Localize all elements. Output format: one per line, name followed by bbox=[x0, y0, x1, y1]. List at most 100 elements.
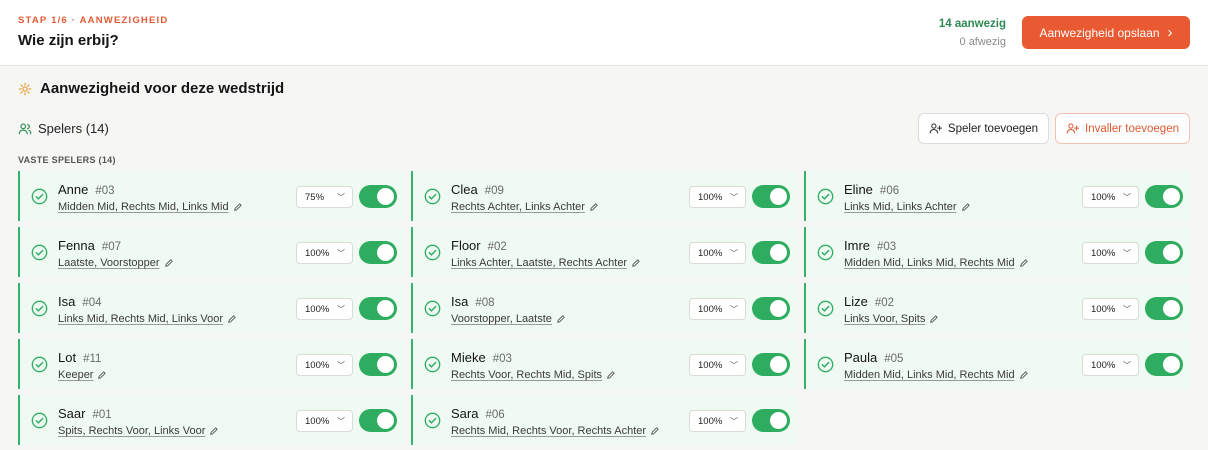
availability-select[interactable]: 100% ﹀ bbox=[689, 186, 746, 208]
player-name-line: Isa #08 bbox=[451, 294, 495, 309]
pencil-icon[interactable] bbox=[209, 426, 219, 436]
present-count: 14 aanwezig bbox=[938, 18, 1006, 30]
player-positions[interactable]: Spits, Rechts Voor, Links Voor bbox=[58, 425, 205, 437]
check-circle-icon[interactable] bbox=[424, 300, 441, 317]
add-player-button[interactable]: Speler toevoegen bbox=[918, 113, 1049, 144]
player-positions-link[interactable]: Keeper bbox=[58, 369, 107, 381]
presence-toggle[interactable] bbox=[1145, 241, 1183, 264]
player-positions[interactable]: Rechts Voor, Rechts Mid, Spits bbox=[451, 369, 602, 381]
presence-toggle[interactable] bbox=[752, 409, 790, 432]
availability-select[interactable]: 100% ﹀ bbox=[1082, 298, 1139, 320]
player-positions[interactable]: Voorstopper, Laatste bbox=[451, 313, 552, 325]
player-positions-link[interactable]: Spits, Rechts Voor, Links Voor bbox=[58, 425, 219, 437]
players-heading: Spelers (14) bbox=[18, 121, 109, 136]
check-circle-icon[interactable] bbox=[424, 244, 441, 261]
player-number: #04 bbox=[82, 297, 102, 309]
player-positions-link[interactable]: Rechts Achter, Links Achter bbox=[451, 201, 599, 213]
presence-toggle[interactable] bbox=[359, 241, 397, 264]
availability-value: 100% bbox=[305, 359, 330, 371]
pencil-icon[interactable] bbox=[233, 202, 243, 212]
player-positions[interactable]: Midden Mid, Links Mid, Rechts Mid bbox=[844, 369, 1015, 381]
player-positions[interactable]: Rechts Achter, Links Achter bbox=[451, 201, 585, 213]
pencil-icon[interactable] bbox=[961, 202, 971, 212]
check-circle-icon[interactable] bbox=[31, 244, 48, 261]
availability-select[interactable]: 100% ﹀ bbox=[689, 410, 746, 432]
presence-toggle[interactable] bbox=[1145, 297, 1183, 320]
player-positions[interactable]: Links Mid, Links Achter bbox=[844, 201, 957, 213]
presence-toggle[interactable] bbox=[359, 185, 397, 208]
pencil-icon[interactable] bbox=[1019, 370, 1029, 380]
toggle-knob bbox=[377, 188, 394, 205]
player-name-line: Sara #06 bbox=[451, 406, 505, 421]
player-positions-link[interactable]: Rechts Mid, Rechts Voor, Rechts Achter bbox=[451, 425, 660, 437]
player-positions-link[interactable]: Links Achter, Laatste, Rechts Achter bbox=[451, 257, 641, 269]
check-circle-icon[interactable] bbox=[424, 188, 441, 205]
player-positions-link[interactable]: Rechts Voor, Rechts Mid, Spits bbox=[451, 369, 616, 381]
player-card: Isa #04 Links Mid, Rechts Mid, Links Voo… bbox=[18, 283, 404, 333]
presence-toggle[interactable] bbox=[1145, 185, 1183, 208]
player-positions-link[interactable]: Midden Mid, Links Mid, Rechts Mid bbox=[844, 257, 1029, 269]
player-positions[interactable]: Links Achter, Laatste, Rechts Achter bbox=[451, 257, 627, 269]
player-positions[interactable]: Rechts Mid, Rechts Voor, Rechts Achter bbox=[451, 425, 646, 437]
check-circle-icon[interactable] bbox=[424, 356, 441, 373]
check-circle-icon[interactable] bbox=[817, 356, 834, 373]
player-positions[interactable]: Midden Mid, Links Mid, Rechts Mid bbox=[844, 257, 1015, 269]
player-positions-link[interactable]: Links Mid, Rechts Mid, Links Voor bbox=[58, 313, 237, 325]
pencil-icon[interactable] bbox=[97, 370, 107, 380]
availability-select[interactable]: 100% ﹀ bbox=[1082, 186, 1139, 208]
chevron-right-icon: › bbox=[1167, 24, 1173, 41]
availability-select[interactable]: 100% ﹀ bbox=[1082, 242, 1139, 264]
check-circle-icon[interactable] bbox=[424, 412, 441, 429]
add-substitute-button[interactable]: Invaller toevoegen bbox=[1055, 113, 1190, 144]
presence-toggle[interactable] bbox=[752, 241, 790, 264]
availability-select[interactable]: 75% ﹀ bbox=[296, 186, 353, 208]
pencil-icon[interactable] bbox=[631, 258, 641, 268]
pencil-icon[interactable] bbox=[1019, 258, 1029, 268]
save-attendance-button[interactable]: Aanwezigheid opslaan › bbox=[1022, 16, 1190, 49]
player-positions[interactable]: Midden Mid, Rechts Mid, Links Mid bbox=[58, 201, 229, 213]
player-positions[interactable]: Laatste, Voorstopper bbox=[58, 257, 160, 269]
presence-toggle[interactable] bbox=[752, 297, 790, 320]
presence-toggle[interactable] bbox=[359, 353, 397, 376]
pencil-icon[interactable] bbox=[227, 314, 237, 324]
check-circle-icon[interactable] bbox=[31, 356, 48, 373]
check-circle-icon[interactable] bbox=[817, 300, 834, 317]
presence-toggle[interactable] bbox=[752, 185, 790, 208]
check-circle-icon[interactable] bbox=[31, 412, 48, 429]
availability-select[interactable]: 100% ﹀ bbox=[296, 410, 353, 432]
pencil-icon[interactable] bbox=[556, 314, 566, 324]
player-positions-link[interactable]: Laatste, Voorstopper bbox=[58, 257, 174, 269]
availability-select[interactable]: 100% ﹀ bbox=[689, 354, 746, 376]
presence-toggle[interactable] bbox=[752, 353, 790, 376]
availability-select[interactable]: 100% ﹀ bbox=[296, 298, 353, 320]
player-positions-link[interactable]: Voorstopper, Laatste bbox=[451, 313, 566, 325]
check-circle-icon[interactable] bbox=[31, 188, 48, 205]
pencil-icon[interactable] bbox=[929, 314, 939, 324]
pencil-icon[interactable] bbox=[606, 370, 616, 380]
player-positions[interactable]: Links Voor, Spits bbox=[844, 313, 925, 325]
pencil-icon[interactable] bbox=[164, 258, 174, 268]
chevron-down-icon: ﹀ bbox=[337, 304, 345, 314]
player-positions-link[interactable]: Links Voor, Spits bbox=[844, 313, 939, 325]
presence-toggle[interactable] bbox=[359, 297, 397, 320]
availability-select[interactable]: 100% ﹀ bbox=[1082, 354, 1139, 376]
pencil-icon[interactable] bbox=[650, 426, 660, 436]
player-name: Mieke bbox=[451, 350, 486, 365]
presence-toggle[interactable] bbox=[1145, 353, 1183, 376]
check-circle-icon[interactable] bbox=[817, 188, 834, 205]
player-positions-link[interactable]: Midden Mid, Rechts Mid, Links Mid bbox=[58, 201, 243, 213]
pencil-icon[interactable] bbox=[589, 202, 599, 212]
player-positions[interactable]: Links Mid, Rechts Mid, Links Voor bbox=[58, 313, 223, 325]
check-circle-icon[interactable] bbox=[817, 244, 834, 261]
availability-select[interactable]: 100% ﹀ bbox=[689, 298, 746, 320]
chevron-down-icon: ﹀ bbox=[337, 416, 345, 426]
availability-select[interactable]: 100% ﹀ bbox=[296, 354, 353, 376]
player-positions-link[interactable]: Links Mid, Links Achter bbox=[844, 201, 971, 213]
availability-select[interactable]: 100% ﹀ bbox=[296, 242, 353, 264]
check-circle-icon[interactable] bbox=[31, 300, 48, 317]
presence-toggle[interactable] bbox=[359, 409, 397, 432]
availability-select[interactable]: 100% ﹀ bbox=[689, 242, 746, 264]
player-positions-link[interactable]: Midden Mid, Links Mid, Rechts Mid bbox=[844, 369, 1029, 381]
top-bar: STAP 1/6 · AANWEZIGHEID Wie zijn erbij? … bbox=[0, 0, 1208, 66]
player-positions[interactable]: Keeper bbox=[58, 369, 93, 381]
